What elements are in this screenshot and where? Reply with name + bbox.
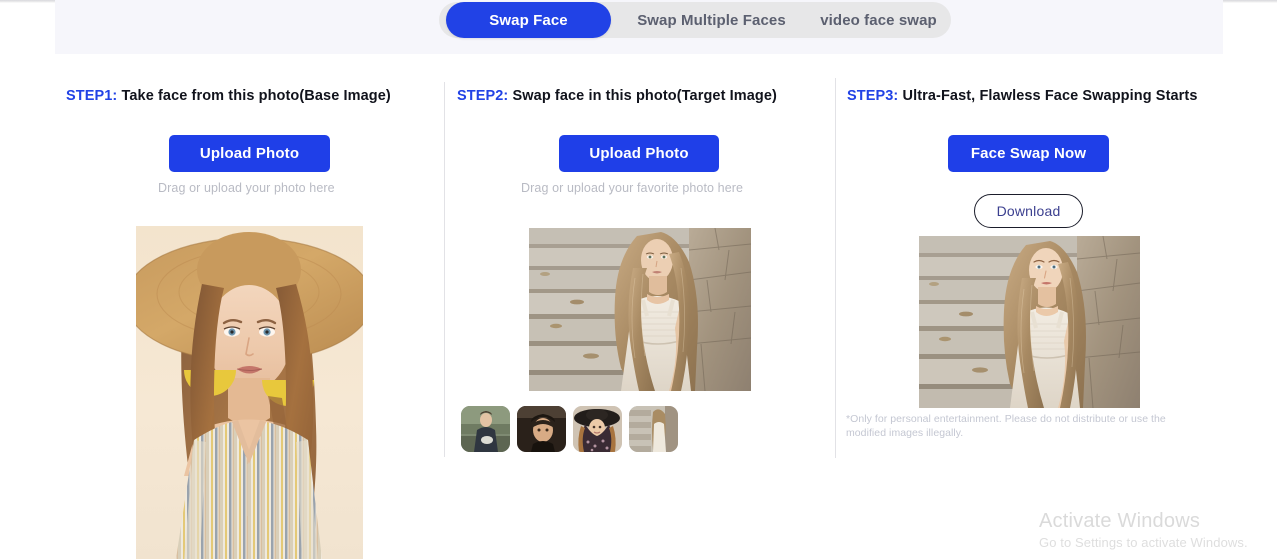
tab-swap-face-label: Swap Face: [489, 11, 568, 29]
step2-sample-thumbnails[interactable]: [461, 406, 678, 452]
step3-result-image[interactable]: [919, 236, 1140, 408]
step3-title: Ultra-Fast, Flawless Face Swapping Start…: [898, 88, 1198, 104]
step2-number: STEP2:: [457, 88, 509, 104]
tab-bar: Swap Face Swap Multiple Faces video face…: [439, 2, 951, 38]
tab-swap-face[interactable]: Swap Face: [446, 2, 611, 38]
activate-windows-title: Activate Windows: [1039, 510, 1201, 532]
step1-base-image[interactable]: [136, 226, 363, 559]
step1-upload-hint: Drag or upload your photo here: [158, 181, 335, 195]
thumbnail-item[interactable]: [517, 406, 566, 452]
thumbnail-item[interactable]: [573, 406, 622, 452]
thumbnail-item[interactable]: [629, 406, 678, 452]
tab-swap-multiple-faces-label: Swap Multiple Faces: [637, 11, 786, 29]
activate-windows-subtitle: Go to Settings to activate Windows.: [1039, 535, 1248, 550]
tab-swap-multiple-faces[interactable]: Swap Multiple Faces: [619, 2, 804, 38]
tab-banner-panel: Swap Face Swap Multiple Faces video face…: [55, 0, 1223, 54]
activate-windows-watermark: Activate Windows Go to Settings to activ…: [1039, 508, 1277, 552]
step1-title: Take face from this photo(Base Image): [117, 88, 391, 104]
step2-title: Swap face in this photo(Target Image): [508, 88, 777, 104]
step1-heading: STEP1: Take face from this photo(Base Im…: [66, 88, 391, 104]
tab-video-face-swap[interactable]: video face swap: [811, 2, 946, 38]
thumbnail-item[interactable]: [461, 406, 510, 452]
step3-number: STEP3:: [847, 88, 899, 104]
step2-heading: STEP2: Swap face in this photo(Target Im…: [457, 88, 777, 104]
face-swap-now-button[interactable]: Face Swap Now: [948, 135, 1109, 172]
download-button[interactable]: Download: [974, 194, 1083, 228]
step1-number: STEP1:: [66, 88, 118, 104]
step2-upload-photo-button[interactable]: Upload Photo: [559, 135, 719, 172]
column-divider-1: [444, 82, 445, 457]
step3-disclaimer: *Only for personal entertainment. Please…: [846, 413, 1166, 439]
page-root: Swap Face Swap Multiple Faces video face…: [0, 0, 1277, 559]
step2-target-image[interactable]: [529, 228, 751, 391]
column-divider-2: [835, 78, 836, 458]
step3-heading: STEP3: Ultra-Fast, Flawless Face Swappin…: [847, 88, 1198, 104]
tab-video-face-swap-label: video face swap: [820, 11, 937, 29]
step1-upload-photo-button[interactable]: Upload Photo: [169, 135, 330, 172]
step2-upload-hint: Drag or upload your favorite photo here: [521, 181, 744, 195]
